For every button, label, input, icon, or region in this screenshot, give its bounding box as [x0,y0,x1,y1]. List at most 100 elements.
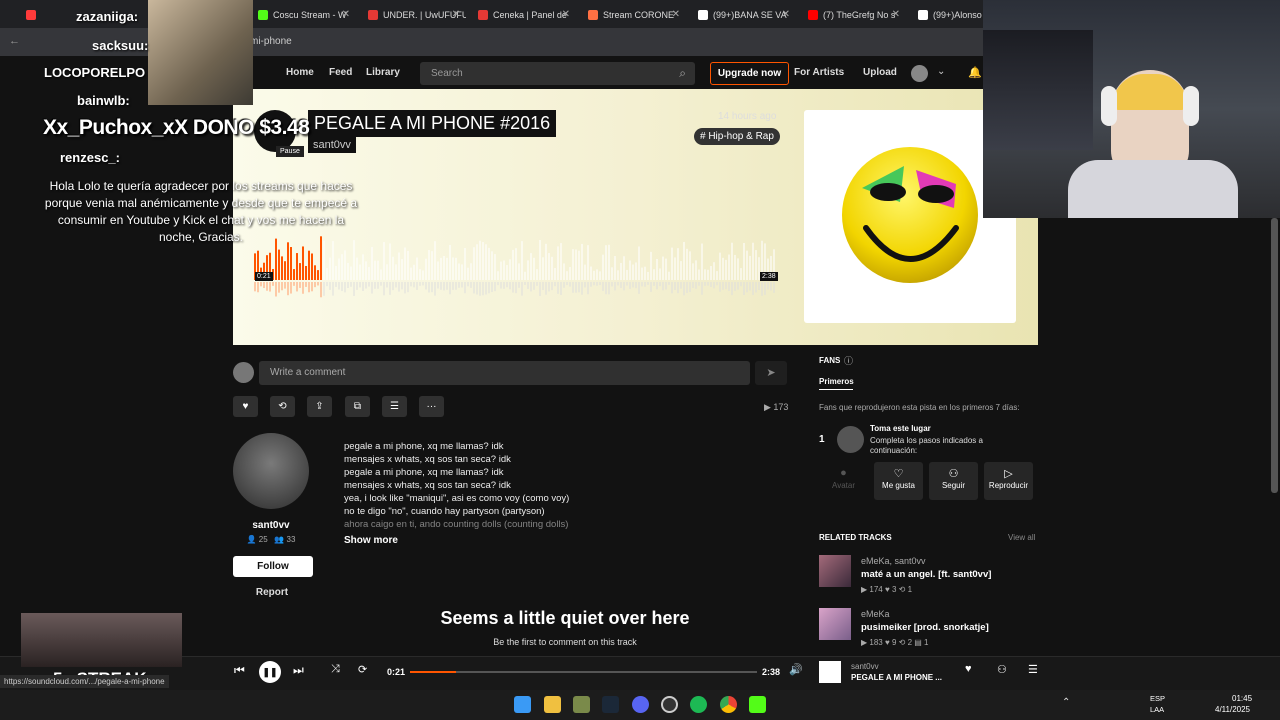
more-button[interactable]: ··· [419,396,444,417]
waveform-bar[interactable] [530,253,532,280]
waveform-bar[interactable] [518,263,520,280]
send-comment-button[interactable]: ➤ [755,361,787,385]
waveform-bar[interactable] [494,254,496,280]
search-icon[interactable]: ⌕ [679,66,686,81]
share-button[interactable]: ⇪ [307,396,332,417]
waveform-bar[interactable] [383,242,385,280]
waveform-bar[interactable] [686,248,688,280]
waveform-bar[interactable] [521,241,523,280]
waveform-bar[interactable] [710,265,712,280]
waveform-bar[interactable] [695,260,697,280]
waveform-bar[interactable] [323,240,325,280]
waveform-bar[interactable] [611,267,613,280]
waveform-bar[interactable] [641,267,643,280]
browser-tab[interactable]: Coscu Stream - W ✕ [252,4,356,26]
waveform-bar[interactable] [725,259,727,280]
waveform-bar[interactable] [413,264,415,280]
waveform-bar[interactable] [278,249,280,280]
windows-start-icon[interactable] [514,696,531,713]
nav-home[interactable]: Home [286,67,314,78]
waveform-bar[interactable] [281,256,283,280]
tab-close-icon[interactable]: ✕ [672,9,680,20]
waveform-bar[interactable] [647,271,649,280]
related-track-artist[interactable]: eMeKa [861,609,890,619]
waveform-bar[interactable] [728,254,730,280]
waveform-bar[interactable] [566,271,568,280]
waveform-bar[interactable] [326,268,328,280]
waveform-bar[interactable] [371,247,373,280]
waveform-bar[interactable] [626,269,628,280]
clock-time[interactable]: 01:45 [1232,694,1252,703]
browser-tab[interactable]: Ceneka | Panel de ✕ [472,4,576,26]
waveform-bar[interactable] [374,260,376,280]
browser-tab[interactable]: UNDER. | UwUFUFU ✕ [362,4,466,26]
waveform-bar[interactable] [344,250,346,280]
clock-date[interactable]: 4/11/2025 [1215,705,1250,714]
waveform-bar[interactable] [557,246,559,280]
waveform-bar[interactable] [734,254,736,280]
user-avatar[interactable] [911,65,928,82]
info-icon[interactable]: ⓘ [844,354,853,367]
waveform-bar[interactable] [332,241,334,280]
waveform-bar[interactable] [452,257,454,280]
waveform-bar[interactable] [380,269,382,280]
waveform-bar[interactable] [347,262,349,280]
waveform-bar[interactable] [407,250,409,280]
waveform-bar[interactable] [743,242,745,280]
waveform-bar[interactable] [599,271,601,280]
waveform-bar[interactable] [290,247,292,280]
waveform-bar[interactable] [437,261,439,280]
shuffle-icon[interactable]: ⤨ [331,663,340,676]
waveform-bar[interactable] [365,261,367,280]
waveform-bar[interactable] [614,256,616,280]
browser-tab[interactable]: (99+)BANA SE VA ✕ [692,4,796,26]
waveform-bar[interactable] [431,251,433,280]
waveform-bar[interactable] [473,247,475,280]
followers-count[interactable]: 25 [259,535,268,544]
waveform-bar[interactable] [674,257,676,280]
waveform-bar[interactable] [752,242,754,280]
waveform-bar[interactable] [512,249,514,280]
waveform-bar[interactable] [482,242,484,280]
kick-icon[interactable] [749,696,766,713]
waveform-bar[interactable] [356,257,358,280]
search-input[interactable]: Search ⌕ [420,62,695,85]
waveform-bar[interactable] [584,264,586,280]
chevron-down-icon[interactable]: ⌄ [937,66,945,77]
waveform-bar[interactable] [311,253,313,280]
waveform-bar[interactable] [293,269,295,280]
waveform-bar[interactable] [689,251,691,280]
waveform-bar[interactable] [617,270,619,280]
app-icon[interactable] [573,696,590,713]
chevron-up-icon[interactable]: ⌃ [1062,697,1070,708]
waveform-bar[interactable] [515,248,517,280]
waveform-bar[interactable] [449,244,451,280]
waveform-bar[interactable] [539,240,541,280]
tab-close-icon[interactable]: ✕ [452,9,460,20]
waveform-bar[interactable] [464,248,466,280]
discord-icon[interactable] [632,696,649,713]
waveform-bar[interactable] [467,267,469,280]
url-text[interactable]: mi-phone [250,36,292,47]
waveform-bar[interactable] [497,271,499,280]
keyboard-layout[interactable]: LAA [1150,705,1164,714]
waveform-bar[interactable] [401,259,403,280]
waveform-bar[interactable] [302,246,304,280]
waveform-bar[interactable] [707,269,709,280]
waveform-bar[interactable] [305,265,307,280]
waveform-bar[interactable] [650,251,652,280]
related-track-title[interactable]: maté a un angel. [ft. sant0vv] [861,569,991,580]
waveform-bar[interactable] [350,266,352,280]
waveform-bar[interactable] [524,271,526,280]
waveform-bar[interactable] [536,269,538,280]
nav-feed[interactable]: Feed [329,67,352,78]
waveform-bar[interactable] [638,246,640,280]
waveform-bar[interactable] [578,250,580,280]
nav-for-artists[interactable]: For Artists [794,67,844,78]
now-playing-thumb[interactable] [819,661,841,683]
waveform-bar[interactable] [491,251,493,280]
waveform-bar[interactable] [386,264,388,280]
spotify-icon[interactable] [690,696,707,713]
waveform-bar[interactable] [500,261,502,280]
waveform-bar[interactable] [488,247,490,280]
